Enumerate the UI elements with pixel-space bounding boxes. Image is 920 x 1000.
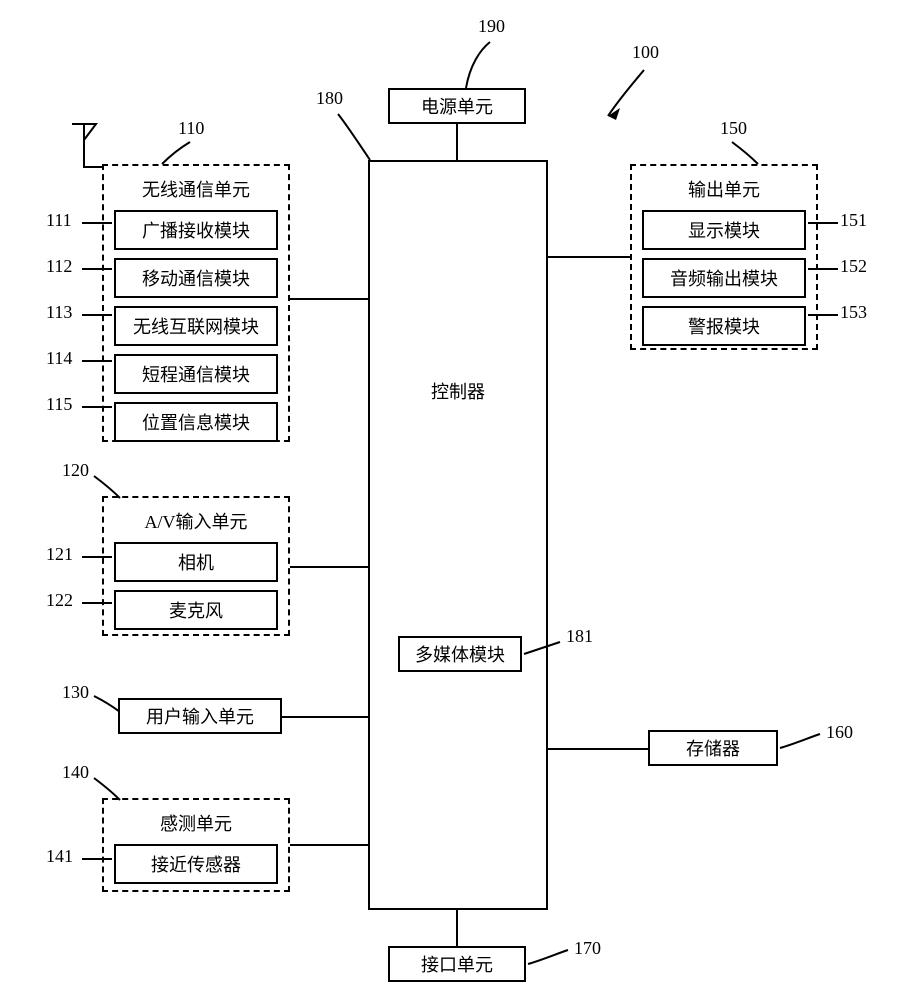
leader-160 — [778, 732, 822, 754]
av-unit: A/V输入单元 相机 麦克风 — [102, 496, 290, 636]
conn-power-controller — [456, 124, 458, 160]
ref-100: 100 — [632, 42, 659, 63]
ref-150: 150 — [720, 118, 747, 139]
leader-170 — [526, 948, 570, 972]
antenna-lead — [84, 166, 102, 168]
ref-111: 111 — [46, 210, 72, 231]
leader-180 — [334, 112, 374, 162]
conn-wireless — [290, 298, 368, 300]
antenna-icon — [70, 122, 100, 170]
ref-190: 190 — [478, 16, 505, 37]
controller-label: 控制器 — [431, 378, 485, 404]
leader-112 — [82, 268, 112, 270]
wireless-m4: 位置信息模块 — [114, 402, 278, 442]
ref-152: 152 — [840, 256, 867, 277]
wireless-title: 无线通信单元 — [104, 176, 288, 202]
conn-av — [290, 566, 368, 568]
av-m1: 麦克风 — [114, 590, 278, 630]
arrow-100 — [598, 68, 648, 128]
av-m0: 相机 — [114, 542, 278, 582]
conn-output — [548, 256, 630, 258]
sensing-m0: 接近传感器 — [114, 844, 278, 884]
leader-114 — [82, 360, 112, 362]
power-unit: 电源单元 — [388, 88, 526, 124]
conn-userinput — [282, 716, 368, 718]
ref-113: 113 — [46, 302, 72, 323]
ref-140: 140 — [62, 762, 89, 783]
wireless-m3: 短程通信模块 — [114, 354, 278, 394]
ref-141: 141 — [46, 846, 73, 867]
leader-122 — [82, 602, 112, 604]
ref-114: 114 — [46, 348, 72, 369]
multimedia-module: 多媒体模块 — [398, 636, 522, 672]
user-input-unit: 用户输入单元 — [118, 698, 282, 734]
sensing-unit: 感测单元 接近传感器 — [102, 798, 290, 892]
leader-121 — [82, 556, 112, 558]
interface-unit: 接口单元 — [388, 946, 526, 982]
leader-181 — [522, 640, 562, 660]
wireless-m2: 无线互联网模块 — [114, 306, 278, 346]
ref-170: 170 — [574, 938, 601, 959]
leader-111 — [82, 222, 112, 224]
ref-181: 181 — [566, 626, 593, 647]
output-unit: 输出单元 显示模块 音频输出模块 警报模块 — [630, 164, 818, 350]
ref-115: 115 — [46, 394, 72, 415]
ref-153: 153 — [840, 302, 867, 323]
leader-110 — [158, 140, 194, 166]
ref-180: 180 — [316, 88, 343, 109]
ref-110: 110 — [178, 118, 204, 139]
leader-152 — [808, 268, 838, 270]
leader-115 — [82, 406, 112, 408]
ref-120: 120 — [62, 460, 89, 481]
wireless-m1: 移动通信模块 — [114, 258, 278, 298]
conn-memory — [548, 748, 648, 750]
wireless-unit: 无线通信单元 广播接收模块 移动通信模块 无线互联网模块 短程通信模块 位置信息… — [102, 164, 290, 442]
ref-160: 160 — [826, 722, 853, 743]
leader-141 — [82, 858, 112, 860]
ref-122: 122 — [46, 590, 73, 611]
output-m2: 警报模块 — [642, 306, 806, 346]
leader-153 — [808, 314, 838, 316]
leader-113 — [82, 314, 112, 316]
av-title: A/V输入单元 — [104, 508, 288, 534]
multimedia-label: 多媒体模块 — [415, 641, 505, 667]
conn-sensing — [290, 844, 368, 846]
ref-121: 121 — [46, 544, 73, 565]
output-title: 输出单元 — [632, 176, 816, 202]
interface-label: 接口单元 — [421, 951, 493, 977]
leader-150 — [730, 140, 760, 166]
output-m0: 显示模块 — [642, 210, 806, 250]
controller: 控制器 — [368, 160, 548, 910]
leader-151 — [808, 222, 838, 224]
memory-label: 存储器 — [686, 735, 740, 761]
ref-151: 151 — [840, 210, 867, 231]
output-m1: 音频输出模块 — [642, 258, 806, 298]
user-input-label: 用户输入单元 — [146, 703, 254, 729]
wireless-m0: 广播接收模块 — [114, 210, 278, 250]
power-unit-label: 电源单元 — [421, 93, 493, 119]
memory: 存储器 — [648, 730, 778, 766]
sensing-title: 感测单元 — [104, 810, 288, 836]
conn-controller-interface — [456, 910, 458, 946]
ref-112: 112 — [46, 256, 72, 277]
leader-190 — [462, 40, 492, 90]
ref-130: 130 — [62, 682, 89, 703]
